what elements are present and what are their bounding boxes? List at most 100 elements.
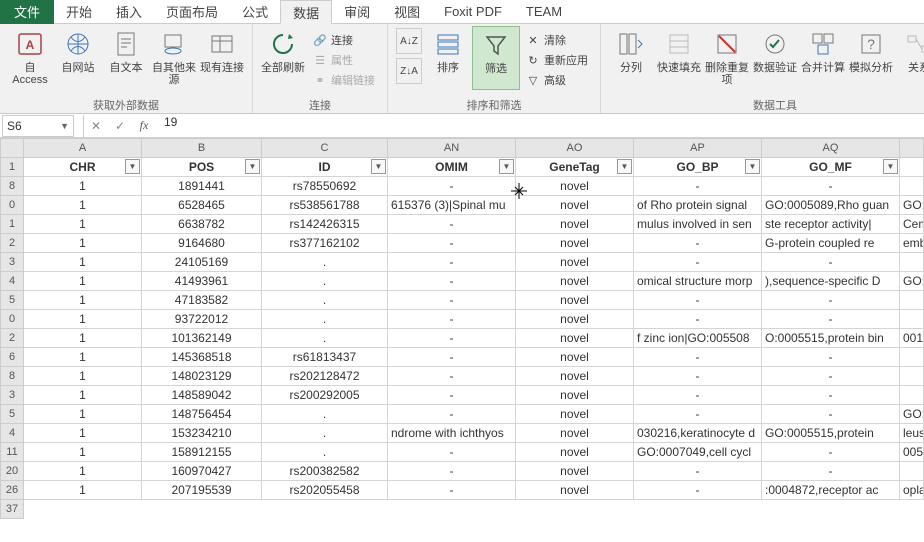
cell-gomf[interactable]: - xyxy=(762,291,900,310)
consolidate-button[interactable]: 合并计算 xyxy=(799,26,847,90)
cell-gomf[interactable]: ste receptor activity| xyxy=(762,215,900,234)
table-header-GO_BP[interactable]: GO_BP▼ xyxy=(634,158,762,177)
cell-pos[interactable]: 101362149 xyxy=(142,329,262,348)
filter-dropdown-icon[interactable]: ▼ xyxy=(499,159,514,174)
cell-chr[interactable]: 1 xyxy=(24,405,142,424)
from-web-button[interactable]: 自网站 xyxy=(54,26,102,90)
cell-gobp[interactable]: GO:0007049,cell cycl xyxy=(634,443,762,462)
existing-conn-button[interactable]: 现有连接 xyxy=(198,26,246,90)
cell-gomf[interactable]: - xyxy=(762,310,900,329)
advanced-filter-item[interactable]: ▽高级 xyxy=(522,70,592,90)
select-all-corner[interactable] xyxy=(0,138,24,158)
row-header[interactable]: 6 xyxy=(0,348,24,367)
cell-pos[interactable]: 41493961 xyxy=(142,272,262,291)
cell-next[interactable] xyxy=(900,253,924,272)
cell-chr[interactable]: 1 xyxy=(24,310,142,329)
table-header-GO_MF[interactable]: GO_MF▼ xyxy=(762,158,900,177)
row-header[interactable]: 0 xyxy=(0,196,24,215)
cell-chr[interactable]: 1 xyxy=(24,481,142,500)
col-header-B[interactable]: B xyxy=(142,138,262,158)
cell-gobp[interactable]: - xyxy=(634,253,762,272)
cell-omim[interactable]: - xyxy=(388,443,516,462)
row-header[interactable]: 1 xyxy=(0,215,24,234)
filter-dropdown-icon[interactable]: ▼ xyxy=(245,159,260,174)
cell-chr[interactable]: 1 xyxy=(24,272,142,291)
edit-links-item[interactable]: ⚭编辑链接 xyxy=(309,70,379,90)
cell-next[interactable] xyxy=(900,462,924,481)
cell-gomf[interactable]: - xyxy=(762,367,900,386)
cell-chr[interactable]: 1 xyxy=(24,443,142,462)
cell-next[interactable] xyxy=(900,310,924,329)
col-header-AQ[interactable]: AQ xyxy=(762,138,900,158)
cell-pos[interactable]: 47183582 xyxy=(142,291,262,310)
cell-next[interactable] xyxy=(900,367,924,386)
namebox-dropdown-icon[interactable]: ▼ xyxy=(60,121,69,131)
cell-pos[interactable]: 145368518 xyxy=(142,348,262,367)
cell-pos[interactable]: 1891441 xyxy=(142,177,262,196)
cell-id[interactable]: . xyxy=(262,291,388,310)
cell-id[interactable]: . xyxy=(262,405,388,424)
cell-genetag[interactable]: novel xyxy=(516,253,634,272)
tab-insert[interactable]: 插入 xyxy=(104,0,154,24)
sort-desc-button[interactable]: Z↓A xyxy=(396,58,422,84)
enter-formula-button[interactable]: ✓ xyxy=(108,115,132,137)
cell-gomf[interactable]: G-protein coupled re xyxy=(762,234,900,253)
whatif-button[interactable]: ?模拟分析 xyxy=(847,26,895,90)
row-header[interactable]: 8 xyxy=(0,367,24,386)
cell-gomf[interactable]: :0004872,receptor ac xyxy=(762,481,900,500)
cell-id[interactable]: . xyxy=(262,272,388,291)
cell-omim[interactable]: - xyxy=(388,462,516,481)
cell-next[interactable]: 001602 xyxy=(900,329,924,348)
table-header-next[interactable] xyxy=(900,158,924,177)
cell-id[interactable]: rs377162102 xyxy=(262,234,388,253)
cell-gobp[interactable]: - xyxy=(634,367,762,386)
cell-id[interactable]: . xyxy=(262,310,388,329)
cell-pos[interactable]: 207195539 xyxy=(142,481,262,500)
cell-genetag[interactable]: novel xyxy=(516,481,634,500)
tab-team[interactable]: TEAM xyxy=(514,0,574,24)
cell-gomf[interactable]: - xyxy=(762,405,900,424)
cell-gobp[interactable]: mulus involved in sen xyxy=(634,215,762,234)
name-box[interactable]: S6 ▼ xyxy=(2,115,74,137)
refresh-all-button[interactable]: 全部刷新 xyxy=(259,26,307,90)
cell-id[interactable]: rs538561788 xyxy=(262,196,388,215)
cell-gobp[interactable]: 030216,keratinocyte d xyxy=(634,424,762,443)
row-header[interactable]: 5 xyxy=(0,405,24,424)
sort-button[interactable]: 排序 xyxy=(424,26,472,90)
cell-omim[interactable]: - xyxy=(388,215,516,234)
cell-omim[interactable]: - xyxy=(388,367,516,386)
cell-omim[interactable]: - xyxy=(388,272,516,291)
cell-chr[interactable]: 1 xyxy=(24,234,142,253)
cell-chr[interactable]: 1 xyxy=(24,462,142,481)
cell-next[interactable]: leus|GO xyxy=(900,424,924,443)
cell-gobp[interactable]: - xyxy=(634,291,762,310)
cell-pos[interactable]: 24105169 xyxy=(142,253,262,272)
cell-omim[interactable]: - xyxy=(388,386,516,405)
cell-next[interactable]: GO:00 xyxy=(900,272,924,291)
cell-chr[interactable]: 1 xyxy=(24,291,142,310)
cell-omim[interactable]: - xyxy=(388,177,516,196)
cell-pos[interactable]: 93722012 xyxy=(142,310,262,329)
sort-asc-button[interactable]: A↓Z xyxy=(396,28,422,54)
cell-omim[interactable]: - xyxy=(388,234,516,253)
text-to-columns-button[interactable]: 分列 xyxy=(607,26,655,90)
file-tab[interactable]: 文件 xyxy=(0,0,54,24)
cell-next[interactable]: 005654 xyxy=(900,443,924,462)
cell-omim[interactable]: - xyxy=(388,348,516,367)
filter-dropdown-icon[interactable]: ▼ xyxy=(371,159,386,174)
cell-gomf[interactable]: O:0005515,protein bin xyxy=(762,329,900,348)
cell-genetag[interactable]: novel xyxy=(516,215,634,234)
cell-omim[interactable]: - xyxy=(388,405,516,424)
cell-genetag[interactable]: novel xyxy=(516,405,634,424)
cell-gomf[interactable]: - xyxy=(762,177,900,196)
cell-genetag[interactable]: novel xyxy=(516,443,634,462)
cell-chr[interactable]: 1 xyxy=(24,367,142,386)
cell-next[interactable] xyxy=(900,348,924,367)
cell-id[interactable]: . xyxy=(262,329,388,348)
cell-id[interactable]: rs202055458 xyxy=(262,481,388,500)
filter-dropdown-icon[interactable]: ▼ xyxy=(125,159,140,174)
tab-formulas[interactable]: 公式 xyxy=(230,0,280,24)
relationships-button[interactable]: 关系 xyxy=(895,26,924,90)
cell-pos[interactable]: 6638782 xyxy=(142,215,262,234)
cell-omim[interactable]: - xyxy=(388,253,516,272)
